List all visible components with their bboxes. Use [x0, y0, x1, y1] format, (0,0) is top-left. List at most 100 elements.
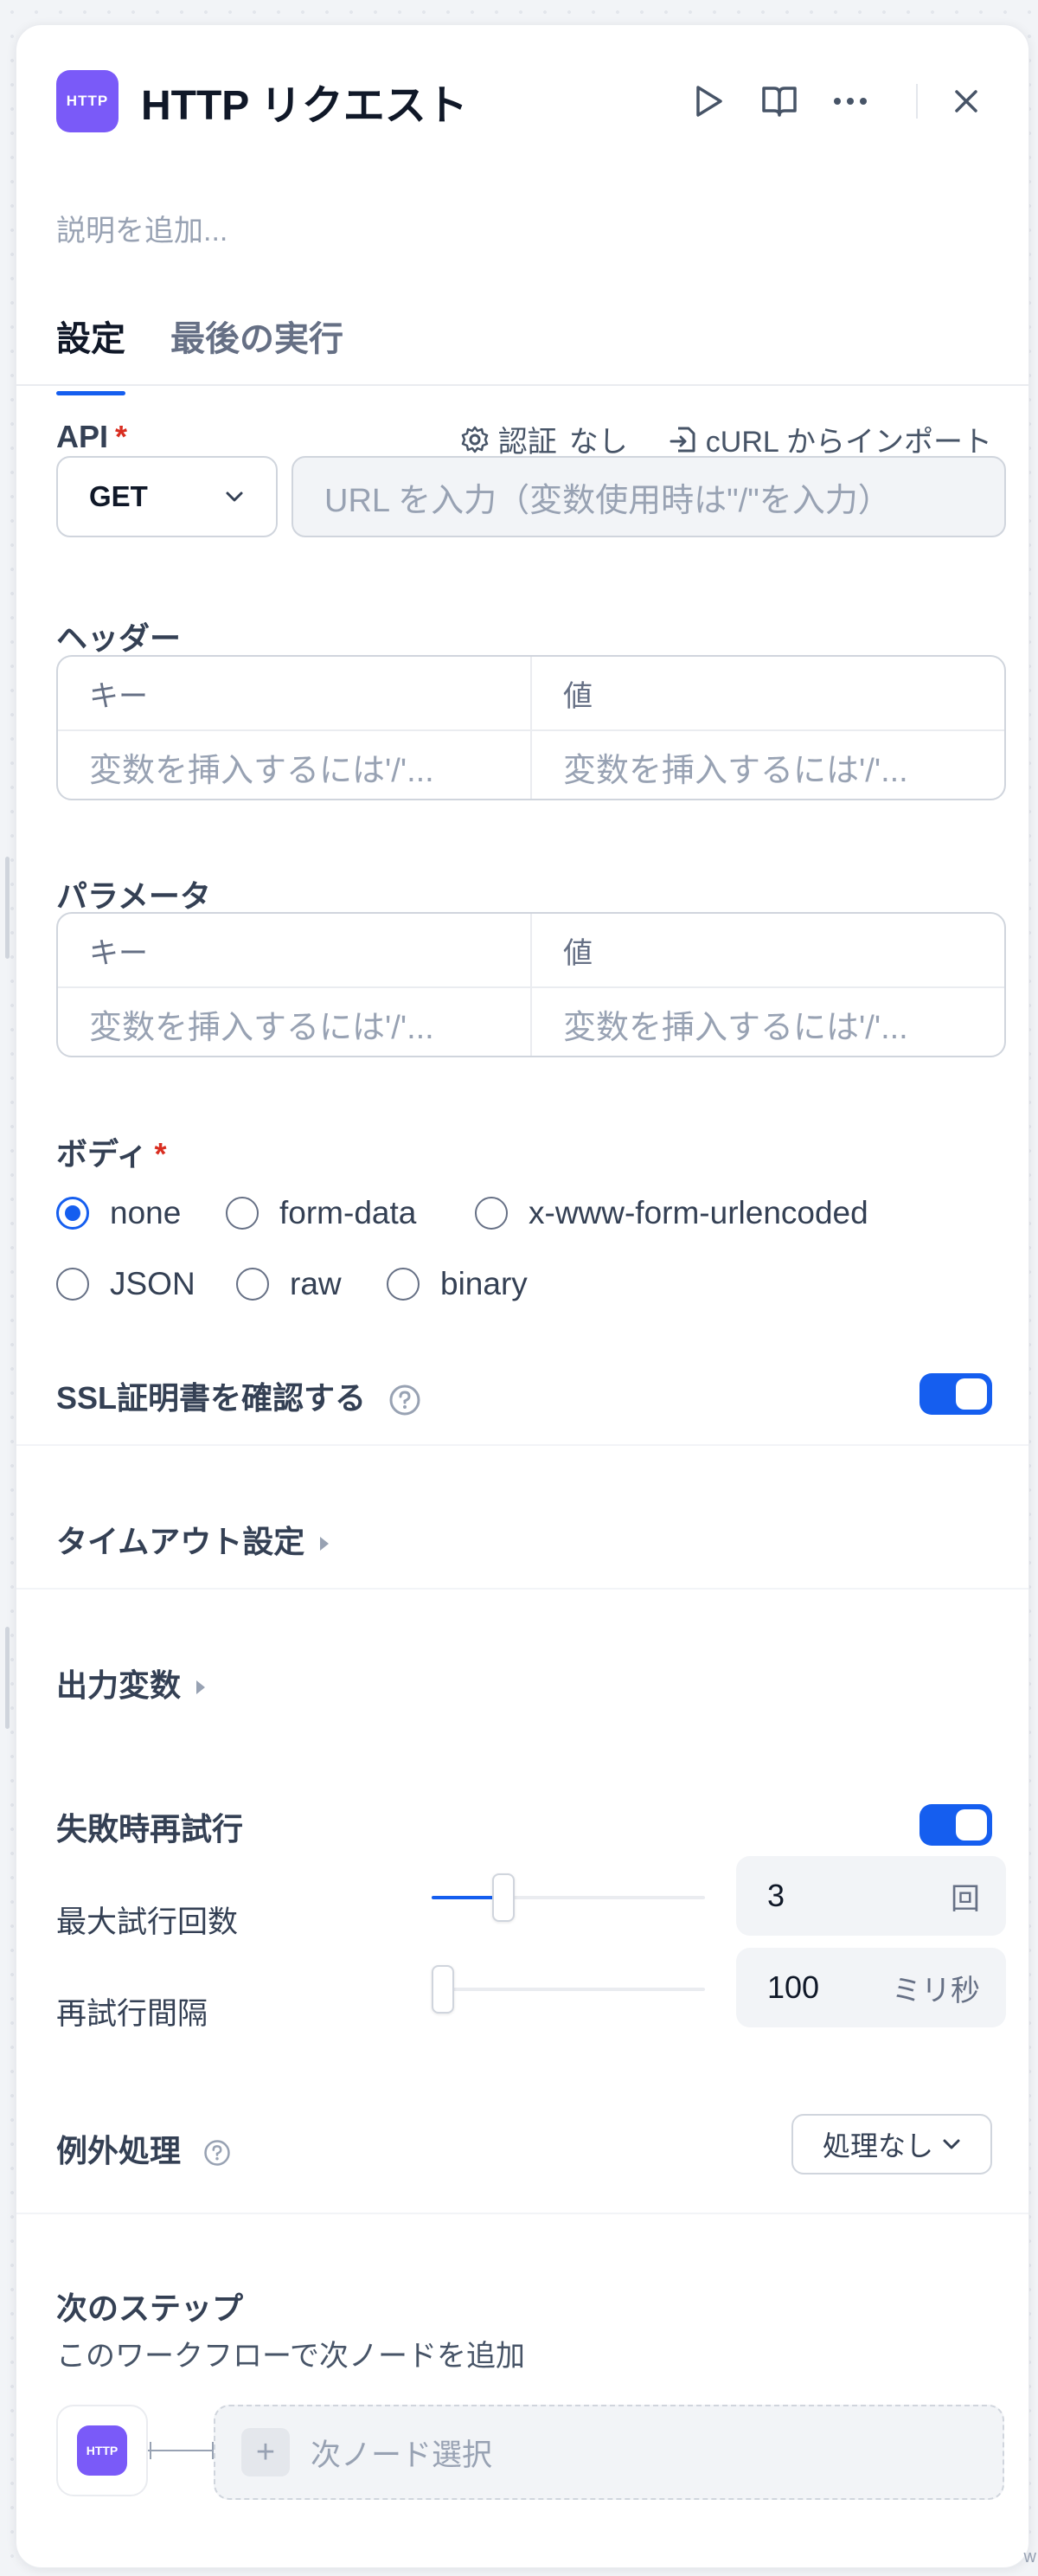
auth-button[interactable]: 認証 なし [460, 418, 628, 460]
panel-header: HTTP HTTP リクエスト [56, 70, 992, 132]
header-value-input[interactable]: 変数を挿入するには'/'... [530, 731, 1004, 799]
tab-divider [16, 384, 1028, 386]
headers-label: ヘッダー [56, 620, 182, 656]
close-icon[interactable] [940, 75, 992, 127]
key-column-header: キー [89, 679, 148, 713]
api-label-text: API [56, 419, 109, 454]
divider [16, 2213, 1028, 2214]
value-column-header: 値 [530, 914, 1004, 986]
current-node: HTTP [56, 2405, 148, 2496]
max-retries-slider[interactable] [432, 1873, 705, 1922]
tab-settings[interactable]: 設定 [56, 311, 125, 395]
timeout-section-toggle[interactable]: タイムアウト設定 [56, 1517, 330, 1562]
radio-ring [226, 1197, 259, 1230]
max-retries-label: 最大試行回数 [56, 1905, 239, 1939]
body-radio-none[interactable]: none [56, 1195, 181, 1231]
select-next-node-label: 次ノード選択 [311, 2438, 493, 2472]
slider-thumb[interactable] [492, 1873, 515, 1922]
retry-interval-value: 100 [767, 1969, 820, 2005]
tab-bar: 設定 最後の実行 [56, 311, 388, 395]
radio-label: binary [440, 1266, 528, 1301]
param-key-input[interactable]: 変数を挿入するには'/'... [58, 988, 530, 1056]
retry-interval-unit: ミリ秒 [892, 1974, 980, 2007]
error-handling-label: 例外処理 [56, 2126, 231, 2171]
max-retries-value: 3 [767, 1878, 785, 1913]
retry-toggle[interactable] [919, 1804, 992, 1846]
retry-interval-input[interactable]: 100 ミリ秒 [736, 1948, 1006, 2027]
corner-text: w [1023, 2547, 1036, 2566]
key-column-header: キー [89, 936, 148, 970]
curl-import-button[interactable]: cURL からインポート [670, 418, 992, 460]
params-label: パラメータ [56, 878, 211, 914]
body-radio-raw[interactable]: raw [236, 1266, 342, 1302]
radio-label: none [110, 1195, 182, 1230]
body-label: ボディ * [56, 1129, 167, 1174]
select-next-node-button[interactable]: + 次ノード選択 [214, 2405, 1004, 2500]
retry-label: 失敗時再試行 [56, 1811, 244, 1847]
required-mark: * [154, 1136, 167, 1172]
radio-ring [236, 1268, 269, 1301]
next-step-description: このワークフローで次ノードを追加 [56, 2340, 525, 2373]
max-retries-unit: 回 [951, 1882, 980, 1916]
body-radio-binary[interactable]: binary [387, 1266, 528, 1302]
method-value: GET [89, 480, 148, 512]
description-input[interactable]: 説明を追加... [56, 207, 227, 249]
radio-label: form-data [279, 1195, 417, 1230]
auth-value: なし [568, 426, 628, 459]
slider-thumb[interactable] [432, 1965, 454, 2014]
node-connector [148, 2442, 214, 2459]
docs-icon[interactable] [753, 75, 805, 127]
radio-ring [56, 1268, 89, 1301]
param-value-input[interactable]: 変数を挿入するには'/'... [530, 988, 1004, 1056]
output-vars-section-toggle[interactable]: 出力変数 [56, 1661, 206, 1706]
chevron-down-icon [943, 2139, 960, 2149]
url-input[interactable]: URL を入力（変数使用時は"/"を入力） [292, 456, 1006, 537]
body-radio-form-data[interactable]: form-data [226, 1195, 416, 1231]
headers-table: キー 値 変数を挿入するには'/'... 変数を挿入するには'/'... [56, 655, 1006, 800]
radio-ring [475, 1197, 508, 1230]
output-vars-label: 出力変数 [56, 1667, 182, 1703]
node-title[interactable]: HTTP リクエスト [141, 71, 468, 132]
caret-right-icon [196, 1680, 206, 1695]
table-row: 変数を挿入するには'/'... 変数を挿入するには'/'... [58, 986, 1004, 1056]
max-retries-input[interactable]: 3 回 [736, 1856, 1006, 1936]
radio-ring [56, 1197, 89, 1230]
run-icon[interactable] [682, 75, 734, 127]
auth-label: 認証 [497, 426, 557, 459]
header-divider [916, 84, 918, 119]
radio-ring [387, 1268, 420, 1301]
help-icon[interactable] [203, 2139, 231, 2167]
gear-icon [461, 426, 489, 453]
chevron-down-icon [226, 491, 243, 502]
retry-interval-label: 再試行間隔 [56, 1997, 208, 2031]
retry-interval-slider[interactable] [432, 1965, 705, 2014]
error-handling-select[interactable]: 処理なし [791, 2114, 992, 2175]
left-resize-handle-2[interactable] [5, 1627, 10, 1729]
radio-label: x-www-form-urlencoded [529, 1195, 868, 1230]
body-label-text: ボディ [56, 1136, 148, 1172]
error-handling-label-text: 例外処理 [56, 2133, 182, 2168]
required-mark: * [115, 419, 128, 454]
import-icon [670, 427, 695, 452]
body-radio-urlencoded[interactable]: x-www-form-urlencoded [475, 1195, 868, 1231]
http-node-icon: HTTP [56, 70, 119, 132]
method-select[interactable]: GET [56, 456, 278, 537]
node-settings-panel: HTTP HTTP リクエスト 説明を追加... 設定 最後の実行 API* [16, 24, 1029, 2568]
help-icon[interactable] [388, 1384, 421, 1416]
divider [16, 1444, 1028, 1446]
table-row: 変数を挿入するには'/'... 変数を挿入するには'/'... [58, 729, 1004, 799]
header-key-input[interactable]: 変数を挿入するには'/'... [58, 731, 530, 799]
http-node-icon: HTTP [77, 2425, 127, 2476]
api-label: API * [56, 419, 127, 455]
params-table: キー 値 変数を挿入するには'/'... 変数を挿入するには'/'... [56, 912, 1006, 1057]
body-radio-json[interactable]: JSON [56, 1266, 195, 1302]
caret-right-icon [320, 1537, 330, 1551]
more-icon[interactable] [824, 75, 876, 127]
tab-last-run[interactable]: 最後の実行 [170, 311, 343, 395]
ssl-toggle[interactable] [919, 1373, 992, 1415]
table-header-row: キー 値 [58, 914, 1004, 986]
plus-icon: + [241, 2428, 290, 2476]
next-step-label: 次のステップ [56, 2290, 244, 2326]
left-resize-handle[interactable] [5, 857, 10, 959]
error-handling-value: 処理なし [822, 2130, 933, 2162]
